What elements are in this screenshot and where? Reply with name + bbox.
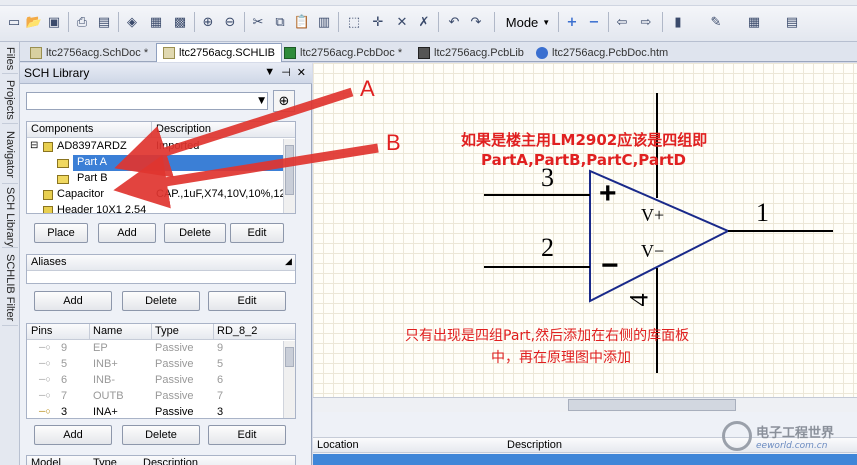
annotation-arrows bbox=[113, 87, 379, 209]
arrow-b bbox=[113, 143, 379, 209]
watermark-logo-icon bbox=[722, 421, 752, 451]
status-bar bbox=[313, 454, 857, 465]
watermark-url: eeworld.com.cn bbox=[756, 440, 828, 451]
arrow-a-label: A bbox=[360, 76, 375, 101]
watermark-title: 电子工程世界 bbox=[756, 425, 835, 441]
watermark: 电子工程世界 eeworld.com.cn bbox=[722, 421, 834, 451]
arrow-a bbox=[114, 87, 354, 178]
scroll-thumb[interactable] bbox=[568, 399, 736, 411]
col-location[interactable]: Location bbox=[317, 439, 359, 451]
canvas-hscrollbar[interactable] bbox=[313, 397, 857, 412]
col-description[interactable]: Description bbox=[507, 439, 562, 451]
arrow-b-label: B bbox=[386, 130, 401, 155]
